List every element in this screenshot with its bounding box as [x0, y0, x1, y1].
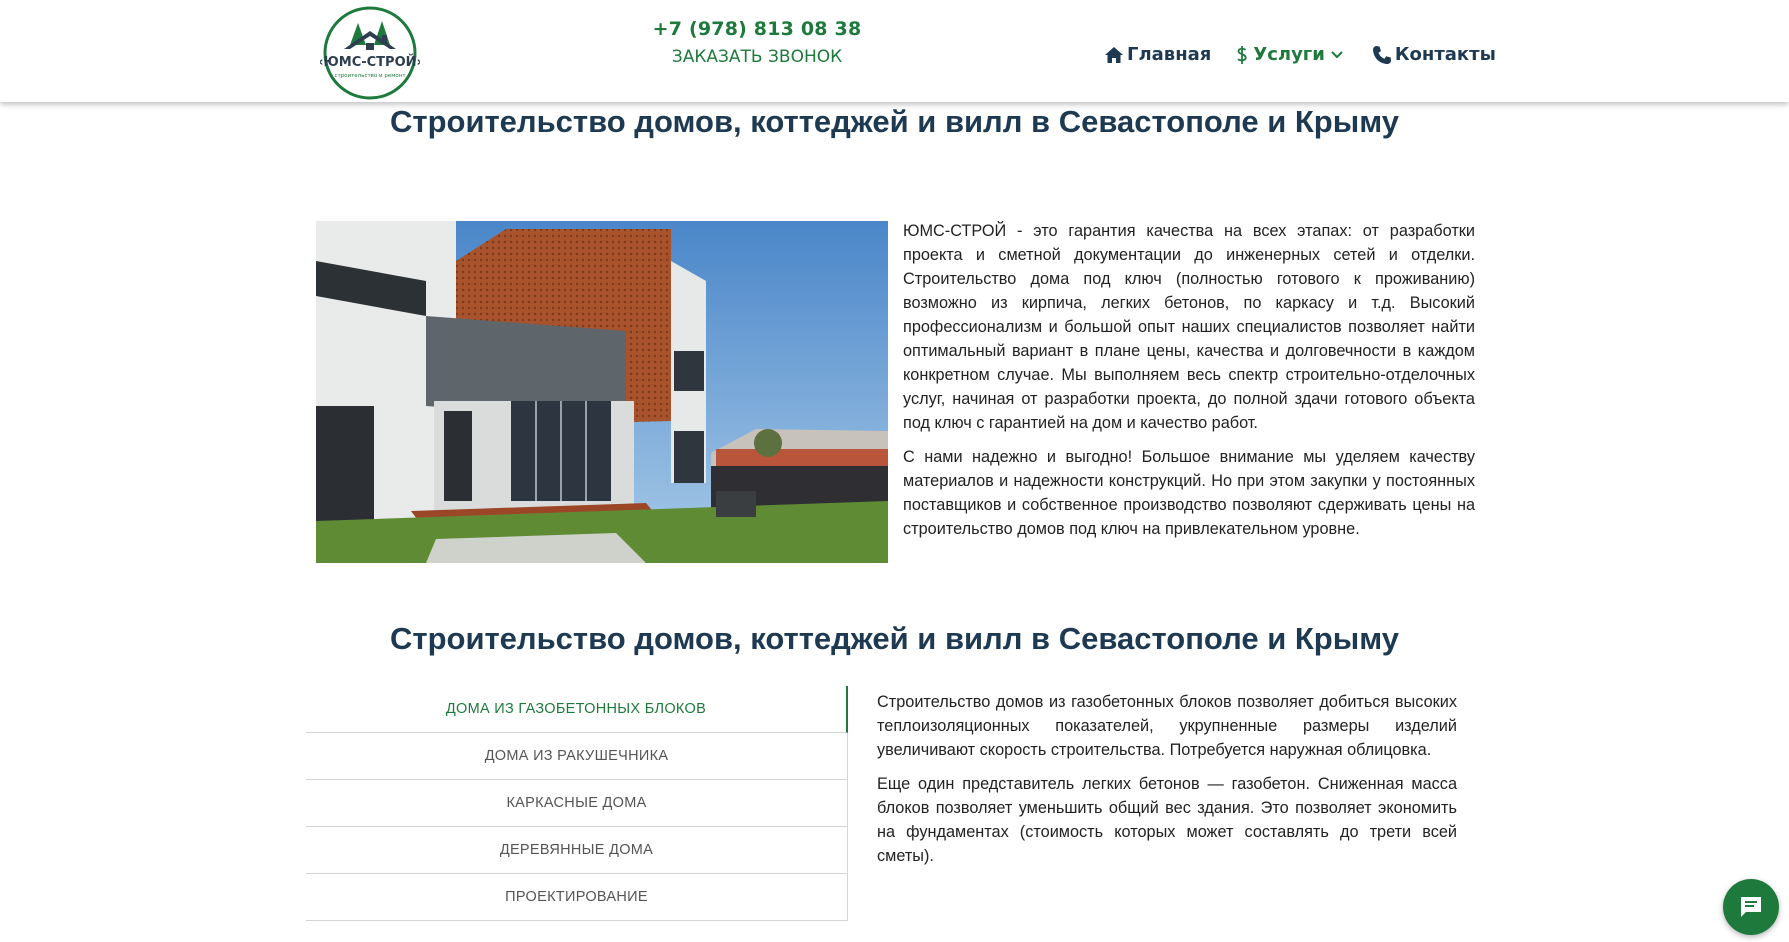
house-photo [316, 221, 888, 563]
nav-home-label: Главная [1127, 44, 1212, 65]
nav-home[interactable]: Главная [1104, 44, 1211, 65]
company-logo[interactable]: «ЮМС-СТРОЙ» строительство и ремонт [315, 5, 425, 101]
contact-block: +7 (978) 813 08 38 ЗАКАЗАТЬ ЗВОНОК [640, 18, 874, 67]
callback-link[interactable]: ЗАКАЗАТЬ ЗВОНОК [640, 47, 874, 67]
tab-aerated-concrete[interactable]: ДОМА ИЗ ГАЗОБЕТОННЫХ БЛОКОВ [306, 686, 848, 733]
tab-shell-rock[interactable]: ДОМА ИЗ РАКУШЕЧНИКА [306, 733, 848, 780]
page-title: Строительство домов, коттеджей и вилл в … [390, 104, 1399, 139]
tab-frame-houses[interactable]: КАРКАСНЫЕ ДОМА [306, 780, 848, 827]
chat-icon [1741, 897, 1761, 917]
intro-text: ЮМС-СТРОЙ - это гарантия качества на все… [903, 219, 1475, 551]
nav-contacts-label: Контакты [1394, 44, 1496, 65]
intro-paragraph: ЮМС-СТРОЙ - это гарантия качества на все… [903, 222, 1475, 432]
home-icon [1105, 46, 1123, 63]
site-header: «ЮМС-СТРОЙ» строительство и ремонт +7 (9… [0, 0, 1789, 102]
logo-subtext: строительство и ремонт [334, 73, 406, 79]
tab-content: Строительство домов из газобетонных блок… [877, 690, 1457, 878]
nav-services-label: Услуги [1253, 44, 1325, 65]
house-type-tabs: ДОМА ИЗ ГАЗОБЕТОННЫХ БЛОКОВ ДОМА ИЗ РАКУ… [306, 686, 848, 921]
tab-paragraph: Еще один представитель легких бетонов — … [877, 775, 1457, 865]
tab-paragraph: Строительство домов из газобетонных блок… [877, 693, 1457, 759]
main-nav: Главная Услуги Контакты [1104, 44, 1522, 65]
phone-number[interactable]: +7 (978) 813 08 38 [640, 18, 874, 40]
section-title: Строительство домов, коттеджей и вилл в … [390, 621, 1399, 656]
logo-text: «ЮМС-СТРОЙ» [320, 54, 420, 70]
nav-services[interactable]: Услуги [1237, 44, 1345, 65]
nav-contacts[interactable]: Контакты [1372, 44, 1496, 65]
chevron-down-icon [1331, 50, 1343, 58]
intro-paragraph: С нами надежно и выгодно! Большое вниман… [903, 448, 1475, 538]
chat-button[interactable] [1723, 879, 1779, 935]
dollar-icon [1237, 45, 1247, 64]
phone-icon [1372, 45, 1391, 64]
tab-wooden-houses[interactable]: ДЕРЕВЯННЫЕ ДОМА [306, 827, 848, 874]
tab-design[interactable]: ПРОЕКТИРОВАНИЕ [306, 874, 848, 921]
